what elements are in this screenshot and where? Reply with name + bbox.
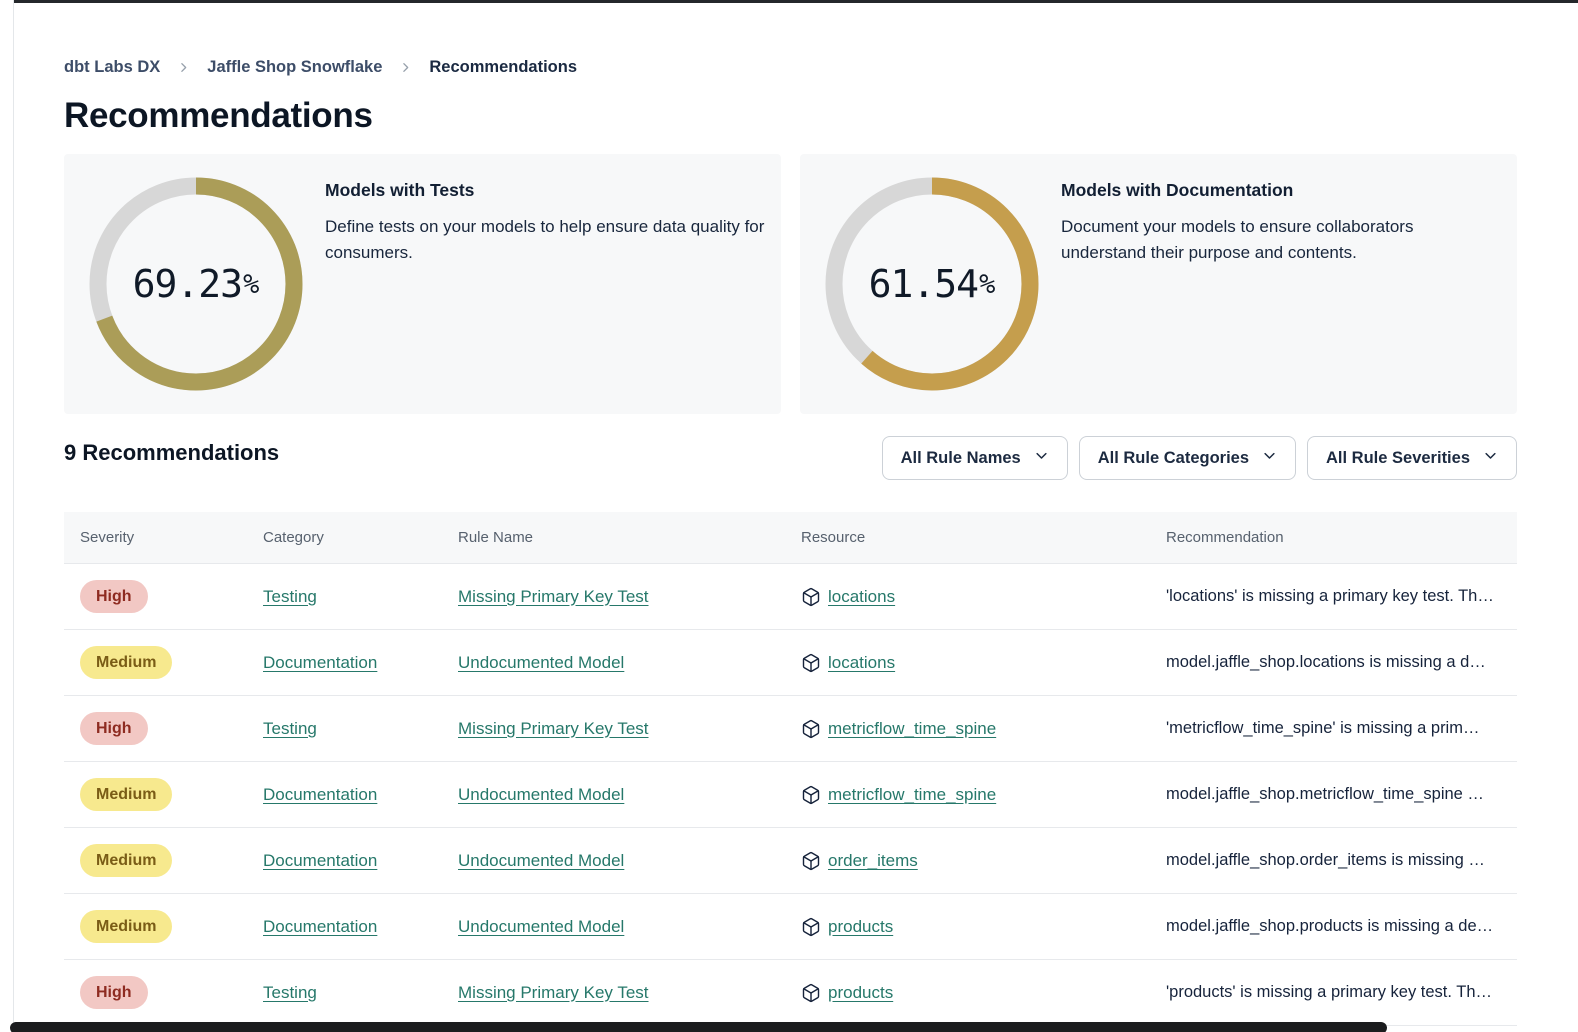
table-row: High Testing Missing Primary Key Test me… — [64, 696, 1517, 762]
cube-icon — [801, 983, 821, 1003]
severity-badge: Medium — [80, 778, 172, 811]
rule-name-link[interactable]: Missing Primary Key Test — [458, 587, 649, 606]
rule-name-link[interactable]: Undocumented Model — [458, 785, 624, 804]
resource-link[interactable]: metricflow_time_spine — [828, 785, 996, 805]
cube-icon — [801, 851, 821, 871]
left-panel-divider — [13, 0, 14, 1032]
rule-names-filter-dropdown[interactable]: All Rule Names — [882, 436, 1068, 480]
filter-label: All Rule Categories — [1098, 449, 1249, 468]
category-link[interactable]: Documentation — [263, 653, 377, 672]
cube-icon — [801, 785, 821, 805]
filter-label: All Rule Names — [901, 449, 1021, 468]
recommendation-text: 'locations' is missing a primary key tes… — [1166, 587, 1517, 606]
category-link[interactable]: Documentation — [263, 851, 377, 870]
category-link[interactable]: Testing — [263, 983, 317, 1002]
resource-link[interactable]: products — [828, 917, 893, 937]
breadcrumb-current-page: Recommendations — [429, 58, 577, 77]
table-header-row: Severity Category Rule Name Resource Rec… — [64, 512, 1517, 564]
chevron-down-icon — [1483, 448, 1498, 468]
documentation-donut-chart: 61.54% — [825, 177, 1039, 391]
table-row: Medium Documentation Undocumented Model … — [64, 630, 1517, 696]
column-header-category: Category — [263, 529, 458, 546]
severity-badge: Medium — [80, 844, 172, 877]
models-with-tests-card: 69.23% Models with Tests Define tests on… — [64, 154, 781, 414]
filter-bar: All Rule Names All Rule Categories All R… — [882, 436, 1517, 480]
table-row: High Testing Missing Primary Key Test lo… — [64, 564, 1517, 630]
donut-percent-label: 61.54% — [825, 177, 1039, 391]
rule-name-link[interactable]: Undocumented Model — [458, 851, 624, 870]
category-link[interactable]: Testing — [263, 587, 317, 606]
severity-badge: High — [80, 712, 148, 745]
resource-link[interactable]: products — [828, 983, 893, 1003]
table-row: Medium Documentation Undocumented Model … — [64, 762, 1517, 828]
resource-link[interactable]: order_items — [828, 851, 918, 871]
page-title: Recommendations — [64, 96, 373, 136]
resource-link[interactable]: locations — [828, 587, 895, 607]
recommendation-text: 'products' is missing a primary key test… — [1166, 983, 1517, 1002]
severity-badge: High — [80, 580, 148, 613]
models-with-documentation-card: 61.54% Models with Documentation Documen… — [800, 154, 1517, 414]
category-link[interactable]: Documentation — [263, 785, 377, 804]
recommendations-table: Severity Category Rule Name Resource Rec… — [64, 512, 1517, 1026]
donut-percent-label: 69.23% — [89, 177, 303, 391]
summary-cards: 69.23% Models with Tests Define tests on… — [64, 154, 1517, 414]
card-description: Define tests on your models to help ensu… — [325, 214, 781, 267]
column-header-rule-name: Rule Name — [458, 529, 801, 546]
rule-name-link[interactable]: Missing Primary Key Test — [458, 983, 649, 1002]
breadcrumb: dbt Labs DX Jaffle Shop Snowflake Recomm… — [64, 58, 577, 77]
window-top-edge — [13, 0, 1578, 3]
chevron-right-icon — [177, 61, 190, 74]
table-row: Medium Documentation Undocumented Model … — [64, 828, 1517, 894]
chevron-right-icon — [399, 61, 412, 74]
rule-name-link[interactable]: Undocumented Model — [458, 653, 624, 672]
cube-icon — [801, 719, 821, 739]
card-description: Document your models to ensure collabora… — [1061, 214, 1453, 267]
recommendation-text: model.jaffle_shop.order_items is missing… — [1166, 851, 1517, 870]
chevron-down-icon — [1034, 448, 1049, 468]
resource-link[interactable]: locations — [828, 653, 895, 673]
cube-icon — [801, 917, 821, 937]
cube-icon — [801, 587, 821, 607]
chevron-down-icon — [1262, 448, 1277, 468]
recommendation-text: model.jaffle_shop.locations is missing a… — [1166, 653, 1517, 672]
table-row: High Testing Missing Primary Key Test pr… — [64, 960, 1517, 1026]
severity-badge: Medium — [80, 910, 172, 943]
resource-link[interactable]: metricflow_time_spine — [828, 719, 996, 739]
recommendation-text: model.jaffle_shop.metricflow_time_spine … — [1166, 785, 1517, 804]
dbt-explorer-recommendations-page: dbt Labs DX Jaffle Shop Snowflake Recomm… — [0, 0, 1578, 1032]
breadcrumb-project-link[interactable]: Jaffle Shop Snowflake — [207, 58, 382, 77]
card-title: Models with Documentation — [1061, 180, 1453, 201]
column-header-severity: Severity — [80, 529, 263, 546]
cube-icon — [801, 653, 821, 673]
tests-donut-chart: 69.23% — [89, 177, 303, 391]
card-title: Models with Tests — [325, 180, 781, 201]
recommendations-count-title: 9 Recommendations — [64, 440, 279, 466]
rule-categories-filter-dropdown[interactable]: All Rule Categories — [1079, 436, 1296, 480]
filter-label: All Rule Severities — [1326, 449, 1470, 468]
column-header-recommendation: Recommendation — [1166, 529, 1517, 546]
category-link[interactable]: Documentation — [263, 917, 377, 936]
table-row: Medium Documentation Undocumented Model … — [64, 894, 1517, 960]
recommendation-text: 'metricflow_time_spine' is missing a pri… — [1166, 719, 1517, 738]
rule-severities-filter-dropdown[interactable]: All Rule Severities — [1307, 436, 1517, 480]
recommendation-text: model.jaffle_shop.products is missing a … — [1166, 917, 1517, 936]
category-link[interactable]: Testing — [263, 719, 317, 738]
severity-badge: High — [80, 976, 148, 1009]
rule-name-link[interactable]: Undocumented Model — [458, 917, 624, 936]
column-header-resource: Resource — [801, 529, 1166, 546]
horizontal-scrollbar[interactable] — [10, 1022, 1387, 1032]
breadcrumb-account-link[interactable]: dbt Labs DX — [64, 58, 160, 77]
rule-name-link[interactable]: Missing Primary Key Test — [458, 719, 649, 738]
severity-badge: Medium — [80, 646, 172, 679]
